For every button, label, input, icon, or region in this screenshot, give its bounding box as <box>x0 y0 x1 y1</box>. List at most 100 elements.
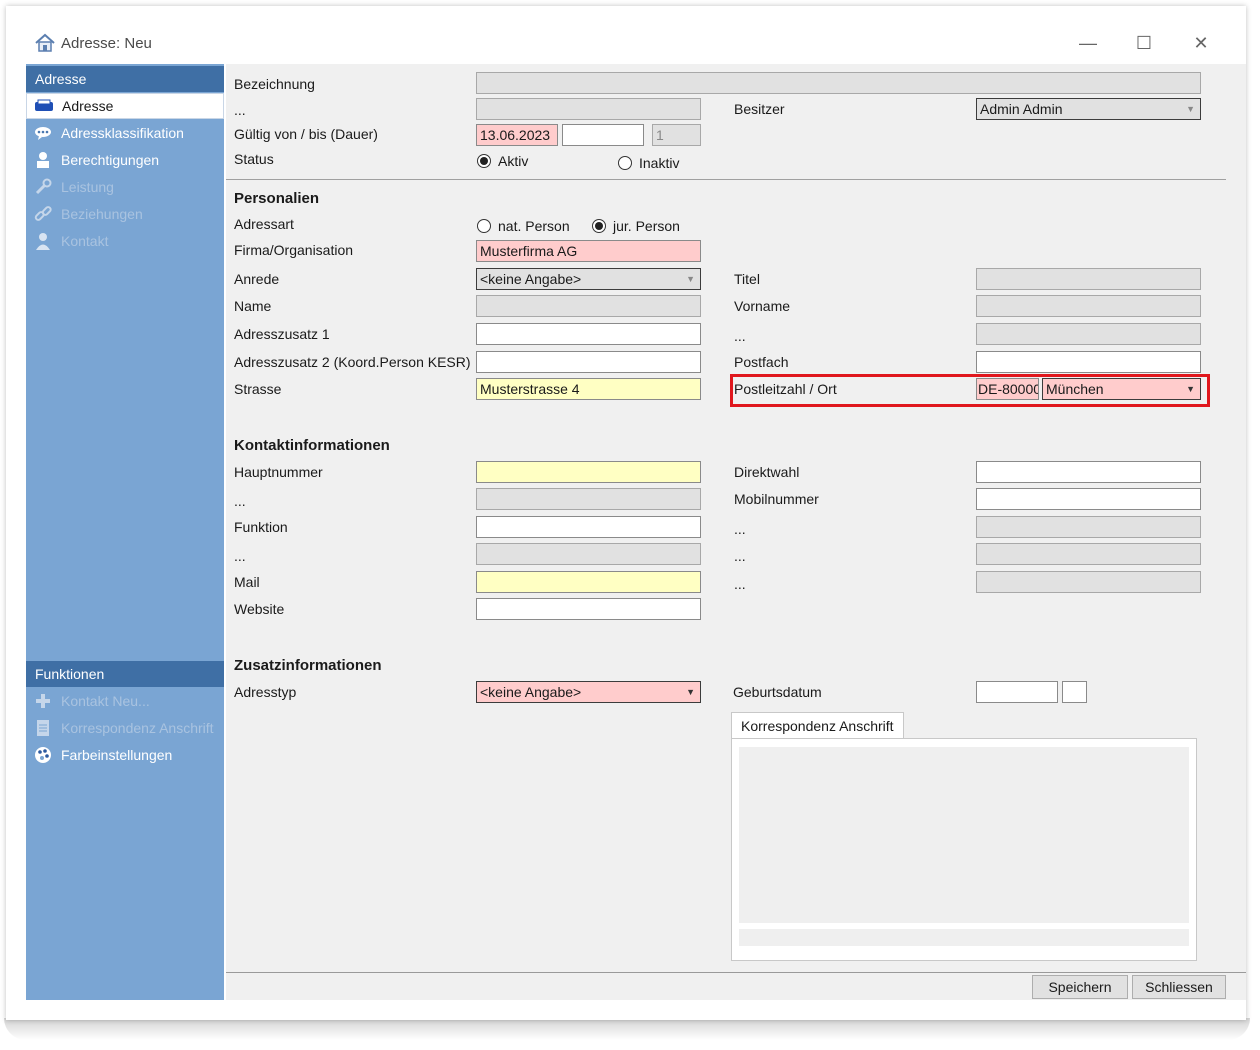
person-icon <box>33 232 53 250</box>
dots-label-6: ... <box>734 548 746 564</box>
mobil-field[interactable] <box>976 488 1201 510</box>
firma-field[interactable]: Musterfirma AG <box>476 240 701 262</box>
korrespondenz-pane <box>731 738 1197 961</box>
dots-field-7[interactable] <box>976 571 1201 593</box>
radio-unchecked-icon <box>477 219 491 233</box>
sidebar-item-adressklassifikation[interactable]: Adressklassifikation <box>26 120 224 146</box>
sidebar-section-funktionen: Funktionen <box>26 661 224 687</box>
radio-checked-icon <box>592 219 606 233</box>
adresszusatz1-field[interactable] <box>476 323 701 345</box>
sidebar-item-label: Adressklassifikation <box>61 125 184 141</box>
chevron-down-icon: ▼ <box>1186 104 1195 114</box>
title-bar: Adresse: Neu — ☐ ✕ <box>6 6 1246 62</box>
tab-korrespondenz-anschrift[interactable]: Korrespondenz Anschrift <box>731 712 904 739</box>
dots-label-4: ... <box>734 521 746 537</box>
sidebar-item-leistung[interactable]: Leistung <box>26 174 224 200</box>
titel-label: Titel <box>734 271 760 287</box>
bezeichnung-field[interactable] <box>476 72 1201 94</box>
sidebar-item-beziehungen[interactable]: Beziehungen <box>26 201 224 227</box>
close-button[interactable]: Schliessen <box>1132 975 1226 999</box>
website-label: Website <box>234 601 285 617</box>
geburtsdatum-field[interactable] <box>976 681 1058 703</box>
dots-field[interactable] <box>476 98 701 120</box>
dots-field-6[interactable] <box>976 543 1201 565</box>
adresszusatz1-label: Adresszusatz 1 <box>234 326 330 342</box>
strasse-label: Strasse <box>234 381 282 397</box>
firma-value: Musterfirma AG <box>480 243 578 259</box>
sidebar-function-label: Farbeinstellungen <box>61 747 173 763</box>
close-icon: ✕ <box>1193 32 1209 53</box>
postfach-label: Postfach <box>734 354 789 370</box>
geburtsdatum-picker[interactable] <box>1062 681 1087 703</box>
status-inaktiv-radio[interactable]: Inaktiv <box>618 155 679 171</box>
mobil-label: Mobilnummer <box>734 491 819 507</box>
sidebar-item-adresse[interactable]: Adresse <box>26 93 224 119</box>
sidebar-function-label: Korrespondenz Anschrift <box>61 720 214 736</box>
chevron-down-icon: ▼ <box>686 274 695 284</box>
name-field[interactable] <box>476 295 701 317</box>
titel-field[interactable] <box>976 268 1201 290</box>
korrespondenz-scrollbar[interactable] <box>739 929 1189 946</box>
adresstyp-select[interactable]: <keine Angabe> ▼ <box>476 681 701 703</box>
postfach-field[interactable] <box>976 351 1201 373</box>
funktion-label: Funktion <box>234 519 288 535</box>
window-title: Adresse: Neu <box>61 35 152 52</box>
anrede-select[interactable]: <keine Angabe> ▼ <box>476 268 701 290</box>
nat-person-radio[interactable]: nat. Person <box>477 218 570 234</box>
status-aktiv-radio[interactable]: Aktiv <box>477 153 528 169</box>
website-field[interactable] <box>476 598 701 620</box>
chevron-down-icon: ▼ <box>686 687 695 697</box>
dots-label-7: ... <box>734 576 746 592</box>
anrede-label: Anrede <box>234 271 280 287</box>
gueltig-bis-field[interactable] <box>562 124 644 146</box>
sidebar: Adresse Adresse Adressklassifikation Ber… <box>26 64 224 1000</box>
besitzer-select[interactable]: Admin Admin ▼ <box>976 98 1201 120</box>
personalien-header: Personalien <box>234 190 320 207</box>
funktion-field[interactable] <box>476 516 701 538</box>
sidebar-function-kontakt-neu[interactable]: Kontakt Neu... <box>26 688 224 714</box>
adresszusatz2-label: Adresszusatz 2 (Koord.Person KESR) <box>234 354 471 370</box>
close-window-button[interactable]: ✕ <box>1181 26 1221 60</box>
geburtsdatum-label: Geburtsdatum <box>733 684 822 700</box>
bezeichnung-label: Bezeichnung <box>234 76 315 92</box>
korrespondenz-text-area[interactable] <box>739 747 1189 923</box>
adresszusatz2-field[interactable] <box>476 351 701 373</box>
direktwahl-field[interactable] <box>976 461 1201 483</box>
address-card-icon <box>34 97 54 115</box>
kontakt-header: Kontaktinformationen <box>234 437 390 454</box>
jur-person-label: jur. Person <box>613 218 680 234</box>
dots-field-5[interactable] <box>476 543 701 565</box>
strasse-value: Musterstrasse 4 <box>480 381 580 397</box>
sidebar-section-adresse: Adresse <box>26 66 224 92</box>
status-label: Status <box>234 151 274 167</box>
name-label: Name <box>234 298 272 314</box>
dots-field-4[interactable] <box>976 516 1201 538</box>
radio-checked-icon <box>477 154 491 168</box>
document-icon <box>33 719 53 737</box>
link-icon <box>33 205 53 223</box>
jur-person-radio[interactable]: jur. Person <box>592 218 680 234</box>
vorname-field[interactable] <box>976 295 1201 317</box>
sidebar-item-berechtigungen[interactable]: Berechtigungen <box>26 147 224 173</box>
dots-field-3[interactable] <box>476 488 701 510</box>
dauer-value: 1 <box>656 127 664 143</box>
save-button[interactable]: Speichern <box>1032 975 1128 999</box>
gueltig-von-value: 13.06.2023 <box>480 127 551 143</box>
strasse-field[interactable]: Musterstrasse 4 <box>476 378 701 400</box>
mail-field[interactable] <box>476 571 701 593</box>
besitzer-label: Besitzer <box>734 101 785 117</box>
nat-person-label: nat. Person <box>498 218 570 234</box>
dauer-field[interactable]: 1 <box>652 124 701 146</box>
maximize-button[interactable]: ☐ <box>1124 26 1164 60</box>
maximize-icon: ☐ <box>1135 32 1153 53</box>
minimize-button[interactable]: — <box>1068 26 1108 60</box>
sidebar-item-label: Leistung <box>61 179 114 195</box>
sidebar-item-kontakt[interactable]: Kontakt <box>26 228 224 254</box>
sidebar-function-korrespondenz-anschrift[interactable]: Korrespondenz Anschrift <box>26 715 224 741</box>
hauptnummer-field[interactable] <box>476 461 701 483</box>
anrede-value: <keine Angabe> <box>480 271 582 287</box>
radio-unchecked-icon <box>618 156 632 170</box>
gueltig-von-field[interactable]: 13.06.2023 <box>476 124 558 146</box>
sidebar-function-farbeinstellungen[interactable]: Farbeinstellungen <box>26 742 224 768</box>
dots-field-2[interactable] <box>976 323 1201 345</box>
